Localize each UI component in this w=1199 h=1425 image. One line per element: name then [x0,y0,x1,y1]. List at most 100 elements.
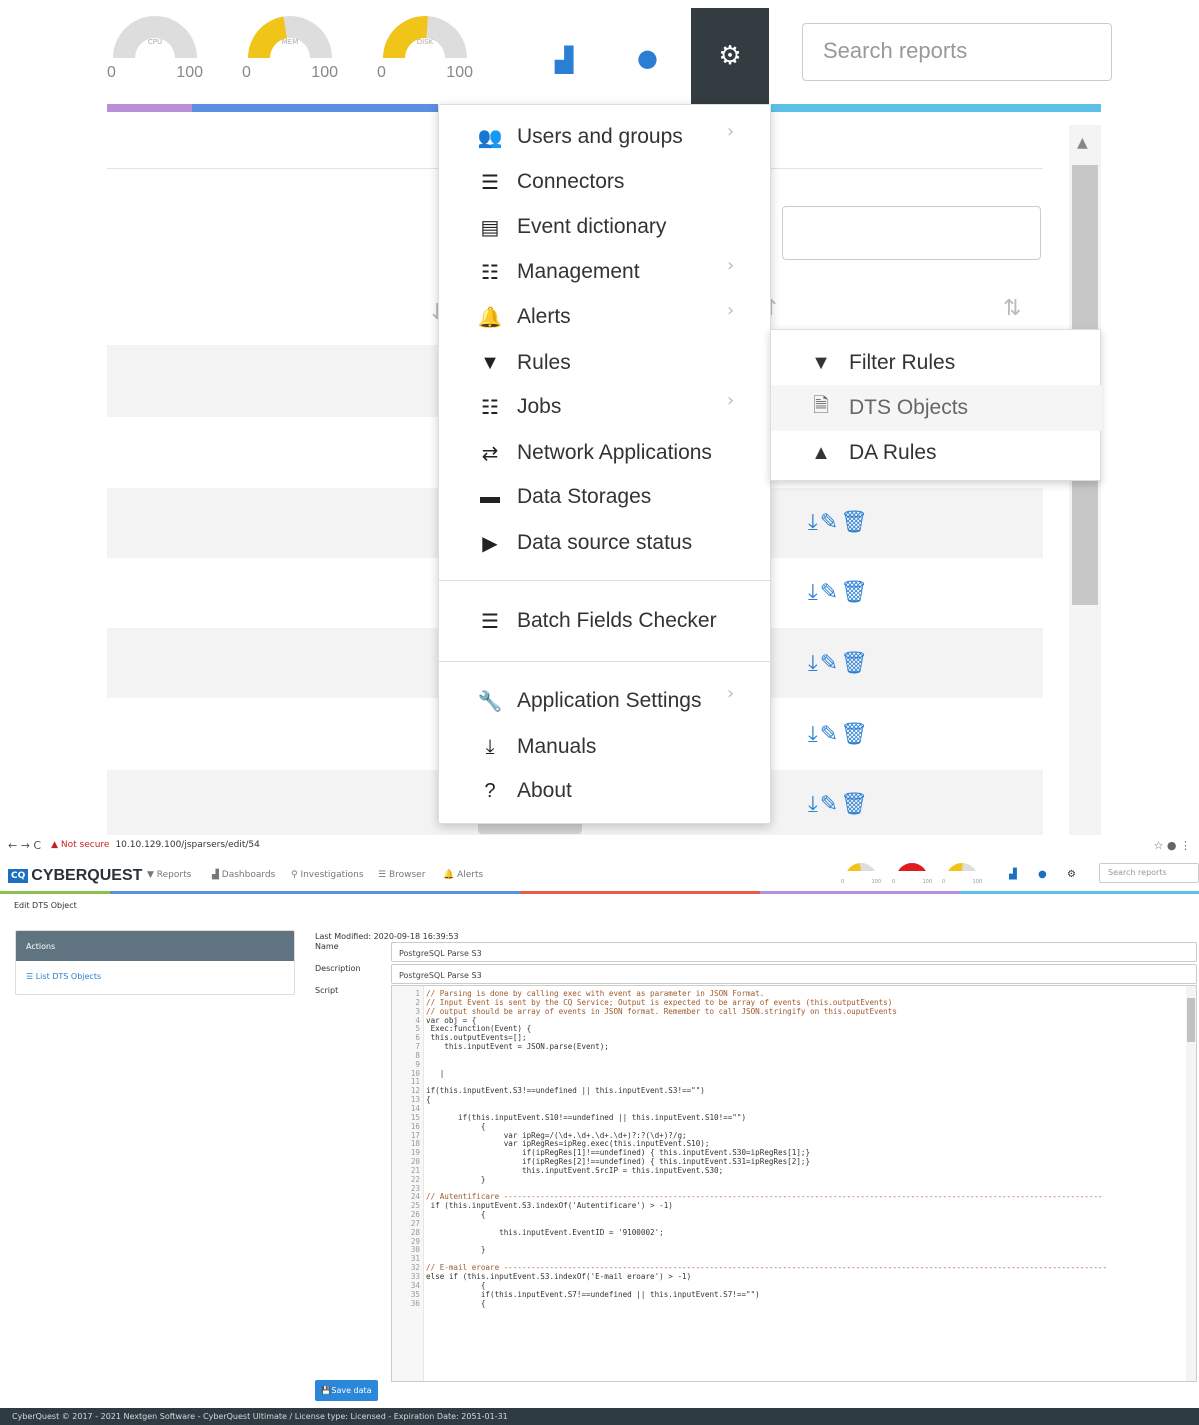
code-text: var ipRegRes=ipReg.exec(this.inputEvent.… [426,1139,710,1149]
code-line[interactable]: 25 if (this.inputEvent.S3.indexOf('Auten… [392,1201,1182,1211]
menu-item-application-settings[interactable]: 🔧 Application Settings [475,681,702,721]
line-number: 36 [410,1298,420,1308]
code-line[interactable]: 29 [392,1237,1182,1247]
code-text: if(this.inputEvent.S10!==undefined || th… [426,1112,747,1122]
book-icon: ▤ [480,216,500,239]
code-line[interactable]: 35 if(this.inputEvent.S7!==undefined || … [392,1289,1182,1300]
browser-toolbar: ← → C ▲ Not secure 10.10.129.100/jsparse… [0,835,1199,855]
gear-icon: ⚙ [718,41,742,71]
code-line[interactable]: 12 if(this.inputEvent.S3!==undefined || t… [392,1086,1182,1096]
code-line[interactable]: 36 { [392,1298,1182,1309]
mem-gauge: MEM 0 100 [242,16,338,82]
row-actions[interactable]: ⤓✎🗑 [808,580,870,605]
code-lines[interactable]: 1// Parsing is done by calling exec with… [392,989,1182,1309]
code-line[interactable]: 10 | [392,1069,1182,1079]
user-icon[interactable]: ● [637,44,658,72]
code-line[interactable]: 7 this.inputEvent = JSON.parse(Event); [392,1042,1182,1052]
row-actions[interactable]: ⤓✎🗑 [808,510,870,535]
menu-item-network-applications[interactable]: ⇄ Network Applications [475,433,712,473]
code-line[interactable]: 15 if(this.inputEvent.S10!==undefined ||… [392,1112,1182,1123]
not-secure-badge[interactable]: ▲ Not secure [51,840,109,850]
menu-item-connectors[interactable]: ☰ Connectors [475,162,624,202]
editor-scrollbar[interactable] [1186,986,1196,1381]
menu-item-jobs[interactable]: ☷ Jobs [475,387,561,427]
menu-item-manuals[interactable]: ⤓ Manuals [475,727,597,767]
menu-item-management[interactable]: ☷ Management [475,252,640,292]
code-line[interactable]: 8 [392,1051,1182,1061]
nav-browser[interactable]: ☰ Browser [378,870,425,880]
address-bar[interactable]: 10.10.129.100/jsparsers/edit/54 [115,840,259,850]
search-input[interactable]: Search reports [802,23,1112,81]
logo[interactable]: CQ CYBERQUEST [8,867,142,885]
code-text: // Input Event is sent by the CQ Service… [426,997,893,1007]
menu-divider [439,661,770,662]
sort-icon[interactable]: ⇅ [1003,296,1021,321]
chevron-right-icon: › [727,255,735,276]
bell-icon: 🔔 [477,306,503,329]
code-line[interactable]: 9 [392,1060,1182,1070]
gear-icon[interactable]: ⚙ [1067,869,1076,880]
code-line[interactable]: 21 this.inputEvent.SrcIP = this.inputEve… [392,1166,1182,1176]
chevron-right-icon: › [727,300,735,321]
wrench-icon: 🔧 [477,690,503,713]
database-icon: ☰ [481,171,499,194]
code-text: this.inputEvent = JSON.parse(Event); [426,1042,609,1052]
back-forward-reload-icons[interactable]: ← → C [8,839,41,852]
menu-item-batch-fields-checker[interactable]: ☰ Batch Fields Checker [475,601,717,641]
stripe-cyan [771,104,1101,112]
menu-item-about[interactable]: ? About [475,771,571,811]
submenu-item-dts-objects[interactable]: 🗎 DTS Objects [771,385,1102,431]
code-text: { [426,1298,486,1308]
list-dts-objects-link[interactable]: ☰ List DTS Objects [16,961,294,992]
code-line[interactable]: 30 } [392,1246,1182,1255]
chart-icon[interactable]: ▟ [1009,869,1017,880]
code-line[interactable]: 33 else if (this.inputEvent.S3.indexOf('E… [392,1272,1182,1282]
menu-item-data-storages[interactable]: ▬ Data Storages [475,477,651,517]
stripe-red [520,891,760,894]
name-field[interactable]: PostgreSQL Parse S3 [391,942,1197,962]
description-field[interactable]: PostgreSQL Parse S3 [391,964,1197,984]
scroll-up-icon[interactable]: ▲ [1077,135,1088,151]
menu-divider [439,580,770,581]
code-text: } [426,1174,486,1184]
code-text: var obj = { [426,1015,477,1025]
save-button[interactable]: 💾 Save data [315,1380,378,1401]
chevron-right-icon: › [727,683,735,704]
code-line[interactable]: 28 this.inputEvent.EventID = '9100002'; [392,1228,1182,1238]
download-icon: ⤓ [485,735,495,758]
menu-item-data-source-status[interactable]: ▶ Data source status [475,523,692,563]
code-text: { [426,1210,486,1220]
row-actions[interactable]: ⤓✎🗑 [808,792,870,817]
menu-item-rules[interactable]: ▼ Rules [475,343,571,383]
code-text: // Autentificare -----------------------… [426,1192,1103,1202]
browser-actions[interactable]: ☆ ● ⋮ [1154,839,1191,852]
code-text: { [426,1280,486,1290]
code-line[interactable]: 13{ [392,1095,1182,1105]
row-actions[interactable]: ⤓✎🗑 [808,651,870,676]
code-text: if(this.inputEvent.S7!==undefined || thi… [426,1289,760,1299]
nav-alerts[interactable]: 🔔 Alerts [443,870,483,880]
search-input[interactable]: Search reports [1099,863,1199,883]
submenu-item-da-rules[interactable]: ▲ DA Rules [771,430,1102,476]
submenu-item-filter-rules[interactable]: ▼ Filter Rules [771,340,1102,386]
code-text: this.outputEvents=[]; [426,1033,527,1043]
nav-dashboards[interactable]: ▟ Dashboards [212,870,275,880]
tasks-icon: ☷ [481,261,499,284]
nav-reports[interactable]: ▼ Reports [147,870,191,880]
mem-mini-gauge: 0 100 [892,863,932,885]
code-line[interactable]: 22 } [392,1174,1182,1185]
menu-item-alerts[interactable]: 🔔 Alerts [475,297,571,337]
page-title: Edit DTS Object [14,901,77,910]
chart-icon[interactable]: ▟ [555,46,573,74]
menu-item-users-groups[interactable]: 👥 Users and groups [475,117,683,157]
menu-item-event-dictionary[interactable]: ▤ Event dictionary [475,207,667,247]
code-line[interactable]: 26 { [392,1210,1182,1220]
settings-gear-button[interactable]: ⚙ [691,8,769,104]
code-text: { [426,1121,486,1131]
code-line[interactable]: 3// output should be array of events in … [392,1007,1182,1017]
row-actions[interactable]: ⤓✎🗑 [808,722,870,747]
user-icon[interactable]: ● [1038,869,1047,880]
filter-input[interactable] [782,206,1041,260]
script-editor[interactable]: 1// Parsing is done by calling exec with… [391,985,1197,1382]
nav-investigations[interactable]: ⚲ Investigations [291,870,364,880]
